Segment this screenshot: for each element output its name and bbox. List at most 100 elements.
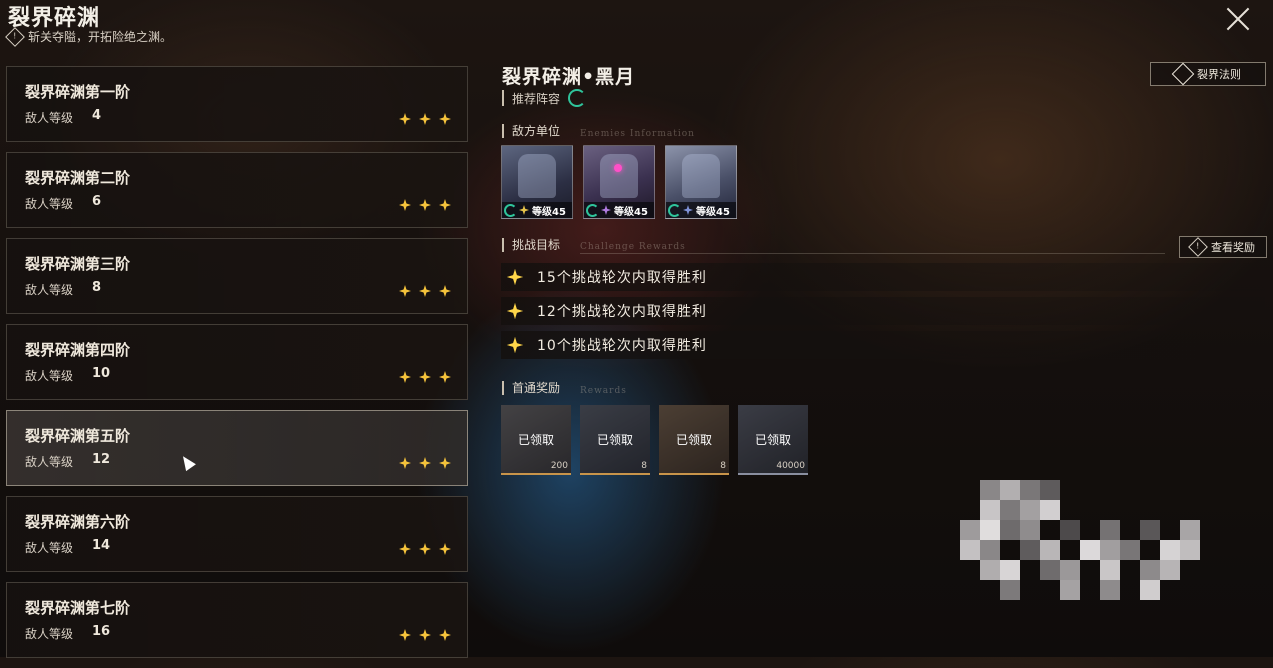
path-icon <box>519 205 529 215</box>
reward-status: 已领取 <box>596 433 633 447</box>
objectives-section-label: 挑战目标 <box>502 238 560 252</box>
reward-status: 已领取 <box>675 433 712 447</box>
stage-item-5[interactable]: 裂界碎渊第五阶 敌人等级 12 <box>6 410 468 486</box>
section-divider <box>580 253 1165 254</box>
enemy-level-label: 敌人等级 <box>25 111 74 125</box>
wind-element-icon <box>568 89 587 107</box>
stage-item-7[interactable]: 裂界碎渊第七阶 敌人等级 16 <box>6 582 468 658</box>
star-icon <box>419 371 431 383</box>
reward-item-3[interactable]: 已领取 8 <box>659 405 729 475</box>
star-icon <box>399 629 411 641</box>
stage-item-1[interactable]: 裂界碎渊第一阶 敌人等级 4 <box>6 66 468 142</box>
wind-element-icon <box>504 203 517 217</box>
reward-status: 已领取 <box>754 433 791 447</box>
star-icon <box>399 285 411 297</box>
rules-icon <box>1171 62 1195 86</box>
reward-quantity: 200 <box>550 461 568 471</box>
enemy-level-label: 敌人等级 <box>25 627 74 641</box>
enemies-section-label: 敌方单位 <box>502 124 560 138</box>
star-rating <box>399 457 451 469</box>
star-icon <box>439 199 451 211</box>
star-rating <box>399 371 451 383</box>
stage-name: 裂界碎渊第二阶 <box>25 169 131 187</box>
objective-item-2: 12个挑战轮次内取得胜利 <box>501 297 1265 325</box>
star-rating <box>399 285 451 297</box>
info-icon: ! <box>5 26 25 47</box>
enemy-units: 等级45 等级45 等级45 <box>501 145 737 219</box>
stage-item-6[interactable]: 裂界碎渊第六阶 敌人等级 14 <box>6 496 468 572</box>
stage-name: 裂界碎渊第六阶 <box>25 513 131 531</box>
first-clear-section-ghost: Rewards <box>580 386 627 396</box>
enemy-level-value: 12 <box>92 452 111 467</box>
star-icon <box>399 199 411 211</box>
enemy-portrait <box>518 154 556 198</box>
wind-element-icon <box>668 203 681 217</box>
enemy-level-value: 14 <box>92 538 111 553</box>
enemy-info-bar: 等级45 <box>502 202 572 218</box>
subtitle-text: 斩关夺隘，开拓险绝之渊。 <box>28 30 173 44</box>
stage-name: 裂界碎渊第一阶 <box>25 83 131 101</box>
reward-item-1[interactable]: 已领取 200 <box>501 405 571 475</box>
reward-quantity: 40000 <box>776 461 805 471</box>
enemy-eye-glow <box>614 164 622 172</box>
stage-item-2[interactable]: 裂界碎渊第二阶 敌人等级 6 <box>6 152 468 228</box>
view-rewards-button[interactable]: ! 查看奖励 <box>1179 236 1267 258</box>
enemy-level-value: 16 <box>92 624 111 639</box>
reward-quantity: 8 <box>720 461 726 471</box>
objective-star-icon <box>507 303 523 319</box>
mouse-cursor-icon <box>178 452 196 472</box>
reward-item-2[interactable]: 已领取 8 <box>580 405 650 475</box>
recommend-label: 推荐阵容 <box>512 91 561 106</box>
reward-quantity: 8 <box>641 461 647 471</box>
enemy-level-label: 敌人等级 <box>25 369 74 383</box>
first-clear-rewards: 已领取 200 已领取 8 已领取 8 已领取 40000 <box>501 405 808 475</box>
star-icon <box>439 543 451 555</box>
enemy-unit-2[interactable]: 等级45 <box>583 145 655 219</box>
enemy-unit-3[interactable]: 等级45 <box>665 145 737 219</box>
star-icon <box>439 629 451 641</box>
star-icon <box>399 371 411 383</box>
star-icon <box>439 285 451 297</box>
rift-rules-button[interactable]: 裂界法则 <box>1150 62 1266 86</box>
enemy-portrait <box>600 154 638 198</box>
star-icon <box>399 113 411 125</box>
star-icon <box>399 457 411 469</box>
stage-item-3[interactable]: 裂界碎渊第三阶 敌人等级 8 <box>6 238 468 314</box>
objective-text: 12个挑战轮次内取得胜利 <box>537 304 707 320</box>
info-icon: ! <box>1188 237 1208 257</box>
star-icon <box>419 113 431 125</box>
first-clear-section-label: 首通奖励 <box>502 381 560 395</box>
objectives-section-ghost: Challenge Rewards <box>580 242 686 252</box>
star-icon <box>419 285 431 297</box>
enemy-level-label: 敌人等级 <box>25 455 74 469</box>
close-button[interactable] <box>1225 6 1251 32</box>
stage-name: 裂界碎渊第五阶 <box>25 427 131 445</box>
recommended-team[interactable]: 推荐阵容 <box>502 89 587 107</box>
objective-item-3: 10个挑战轮次内取得胜利 <box>501 331 1265 359</box>
objective-star-icon <box>507 269 523 285</box>
reward-item-4[interactable]: 已领取 40000 <box>738 405 808 475</box>
star-icon <box>419 629 431 641</box>
star-rating <box>399 629 451 641</box>
enemy-level-text: 等级45 <box>696 206 730 218</box>
path-icon <box>683 205 693 215</box>
enemy-unit-1[interactable]: 等级45 <box>501 145 573 219</box>
stage-item-4[interactable]: 裂界碎渊第四阶 敌人等级 10 <box>6 324 468 400</box>
enemy-level-label: 敌人等级 <box>25 283 74 297</box>
enemy-level-value: 6 <box>92 194 102 209</box>
enemy-level-label: 敌人等级 <box>25 197 74 211</box>
reward-status: 已领取 <box>517 433 554 447</box>
star-rating <box>399 199 451 211</box>
objective-item-1: 15个挑战轮次内取得胜利 <box>501 263 1265 291</box>
page-subtitle: ! 斩关夺隘，开拓险绝之渊。 <box>5 26 173 47</box>
path-icon <box>601 205 611 215</box>
enemy-level-value: 4 <box>92 108 102 123</box>
stage-detail-title: 裂界碎渊•黑月 <box>502 66 636 88</box>
stage-name: 裂界碎渊第三阶 <box>25 255 131 273</box>
star-icon <box>419 457 431 469</box>
stage-name: 裂界碎渊第四阶 <box>25 341 131 359</box>
stage-name: 裂界碎渊第七阶 <box>25 599 131 617</box>
enemy-level-label: 敌人等级 <box>25 541 74 555</box>
enemy-info-bar: 等级45 <box>666 202 736 218</box>
stage-list: 裂界碎渊第一阶 敌人等级 4 裂界碎渊第二阶 敌人等级 6 裂界碎渊第三阶 敌人… <box>6 66 468 668</box>
